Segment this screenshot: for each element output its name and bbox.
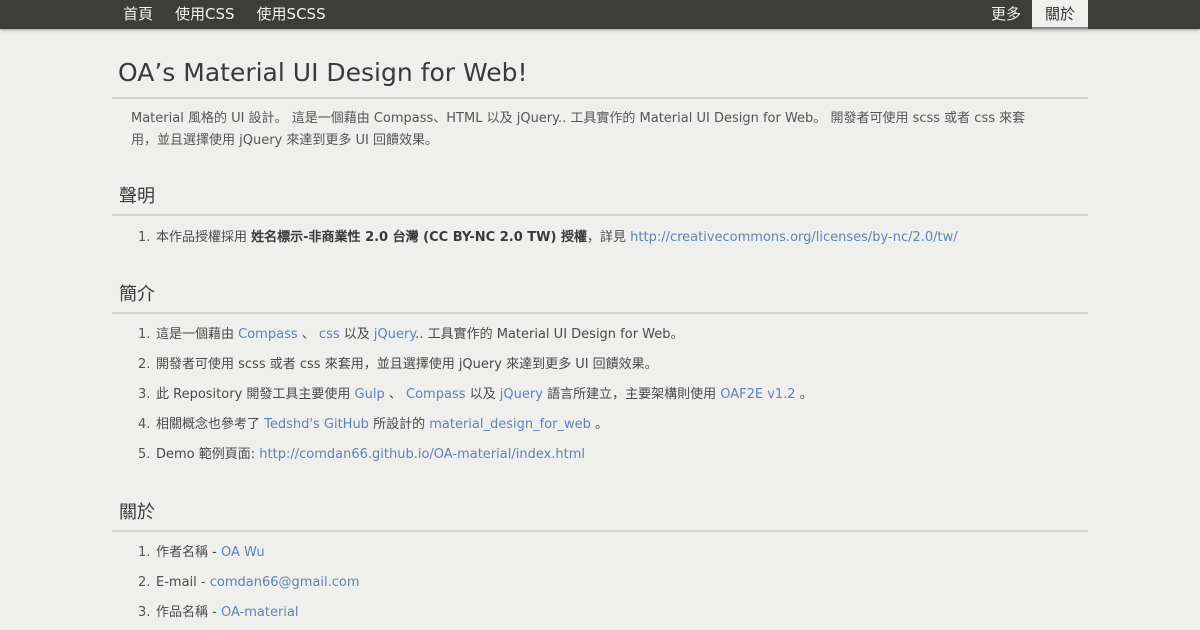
item-text: 相關概念也參考了 xyxy=(156,417,261,432)
list-item: 1. 本作品授權採用 姓名標示-非商業性 2.0 台灣 (CC BY-NC 2.… xyxy=(112,223,1088,253)
section-heading-about: 關於 xyxy=(112,498,1088,532)
item-text: ，詳見 xyxy=(586,230,626,245)
nav-about[interactable]: 關於 xyxy=(1031,0,1088,29)
item-label: 作者名稱 - xyxy=(156,545,217,560)
list-number: 2. xyxy=(138,575,151,590)
list-number: 2. xyxy=(138,357,151,372)
list-item: 1. 作者名稱 - OA Wu xyxy=(112,538,1088,568)
project-link[interactable]: OA-material xyxy=(221,605,299,620)
email-link[interactable]: comdan66@gmail.com xyxy=(210,575,360,590)
nav-left: 首頁 使用CSS 使用SCSS xyxy=(112,0,337,29)
oaf2e-link[interactable]: OAF2E v1.2 xyxy=(720,387,795,402)
section-intro: 簡介 1. 這是一個藉由 Compass 、 css 以及 jQuery.. 工… xyxy=(112,280,1088,470)
page-title: OA’s Material UI Design for Web! xyxy=(112,29,1088,99)
item-text: 開發者可使用 scss 或者 css 來套用，並且選擇使用 jQuery 來達到… xyxy=(156,357,658,372)
list-number: 1. xyxy=(138,327,151,342)
demo-link[interactable]: http://comdan66.github.io/OA-material/in… xyxy=(259,447,585,462)
jquery-link[interactable]: jQuery xyxy=(374,327,415,342)
section-statement: 聲明 1. 本作品授權採用 姓名標示-非商業性 2.0 台灣 (CC BY-NC… xyxy=(112,182,1088,253)
item-text: 此 Repository 開發工具主要使用 xyxy=(156,387,351,402)
list-number: 5. xyxy=(138,447,151,462)
section-heading-intro: 簡介 xyxy=(112,280,1088,314)
item-text: 本作品授權採用 xyxy=(156,230,248,245)
main-content: OA’s Material UI Design for Web! Materia… xyxy=(112,29,1088,620)
list-item: 1. 這是一個藉由 Compass 、 css 以及 jQuery.. 工具實作… xyxy=(112,320,1088,350)
nav-use-scss[interactable]: 使用SCSS xyxy=(246,0,337,29)
gulp-link[interactable]: Gulp xyxy=(355,387,385,402)
material-design-link[interactable]: material_design_for_web xyxy=(429,417,591,432)
item-label: 作品名稱 - xyxy=(156,605,217,620)
top-nav-bar: 首頁 使用CSS 使用SCSS 更多 關於 xyxy=(0,0,1200,29)
section-heading-statement: 聲明 xyxy=(112,182,1088,216)
item-text: .. 工具實作的 Material UI Design for Web。 xyxy=(415,327,684,342)
list-number: 3. xyxy=(138,387,151,402)
section-about: 關於 1. 作者名稱 - OA Wu 2. E-mail - comdan66@… xyxy=(112,498,1088,628)
compass-link[interactable]: Compass xyxy=(406,387,465,402)
item-text: 所設計的 xyxy=(373,417,426,432)
item-text: 這是一個藉由 xyxy=(156,327,235,342)
nav-home[interactable]: 首頁 xyxy=(112,0,164,29)
list-item: 2. E-mail - comdan66@gmail.com xyxy=(112,568,1088,598)
tedshd-github-link[interactable]: Tedshd's GitHub xyxy=(264,417,369,432)
list-item: 3. 此 Repository 開發工具主要使用 Gulp 、 Compass … xyxy=(112,380,1088,410)
item-text: 、 xyxy=(301,327,315,342)
item-text: 。 xyxy=(595,417,609,432)
nav-more[interactable]: 更多 xyxy=(980,0,1032,29)
compass-link[interactable]: Compass xyxy=(238,327,297,342)
author-link[interactable]: OA Wu xyxy=(221,545,265,560)
item-text: 語言所建立，主要架構則使用 xyxy=(547,387,717,402)
item-text: 。 xyxy=(799,387,813,402)
license-name: 姓名標示-非商業性 2.0 台灣 (CC BY-NC 2.0 TW) 授權 xyxy=(251,230,587,245)
list-item: 5. Demo 範例頁面: http://comdan66.github.io/… xyxy=(112,440,1088,470)
item-text: Demo 範例頁面: xyxy=(156,447,256,462)
list-number: 4. xyxy=(138,417,151,432)
list-number: 1. xyxy=(138,545,151,560)
css-link[interactable]: css xyxy=(319,327,340,342)
list-item: 4. 相關概念也參考了 Tedshd's GitHub 所設計的 materia… xyxy=(112,410,1088,440)
nav-use-css[interactable]: 使用CSS xyxy=(164,0,246,29)
jquery-link[interactable]: jQuery xyxy=(500,387,543,402)
item-label: E-mail - xyxy=(156,575,206,590)
nav-right: 更多 關於 xyxy=(980,0,1088,29)
page-intro: Material 風格的 UI 設計。 這是一個藉由 Compass、HTML … xyxy=(131,111,1026,148)
list-item: 3. 作品名稱 - OA-material xyxy=(112,598,1088,628)
list-item: 2. 開發者可使用 scss 或者 css 來套用，並且選擇使用 jQuery … xyxy=(112,350,1088,380)
item-text: 以及 xyxy=(343,327,370,342)
item-text: 以及 xyxy=(469,387,496,402)
license-link[interactable]: http://creativecommons.org/licenses/by-n… xyxy=(630,230,958,245)
list-number: 3. xyxy=(138,605,151,620)
item-text: 、 xyxy=(388,387,402,402)
list-number: 1. xyxy=(138,230,151,245)
